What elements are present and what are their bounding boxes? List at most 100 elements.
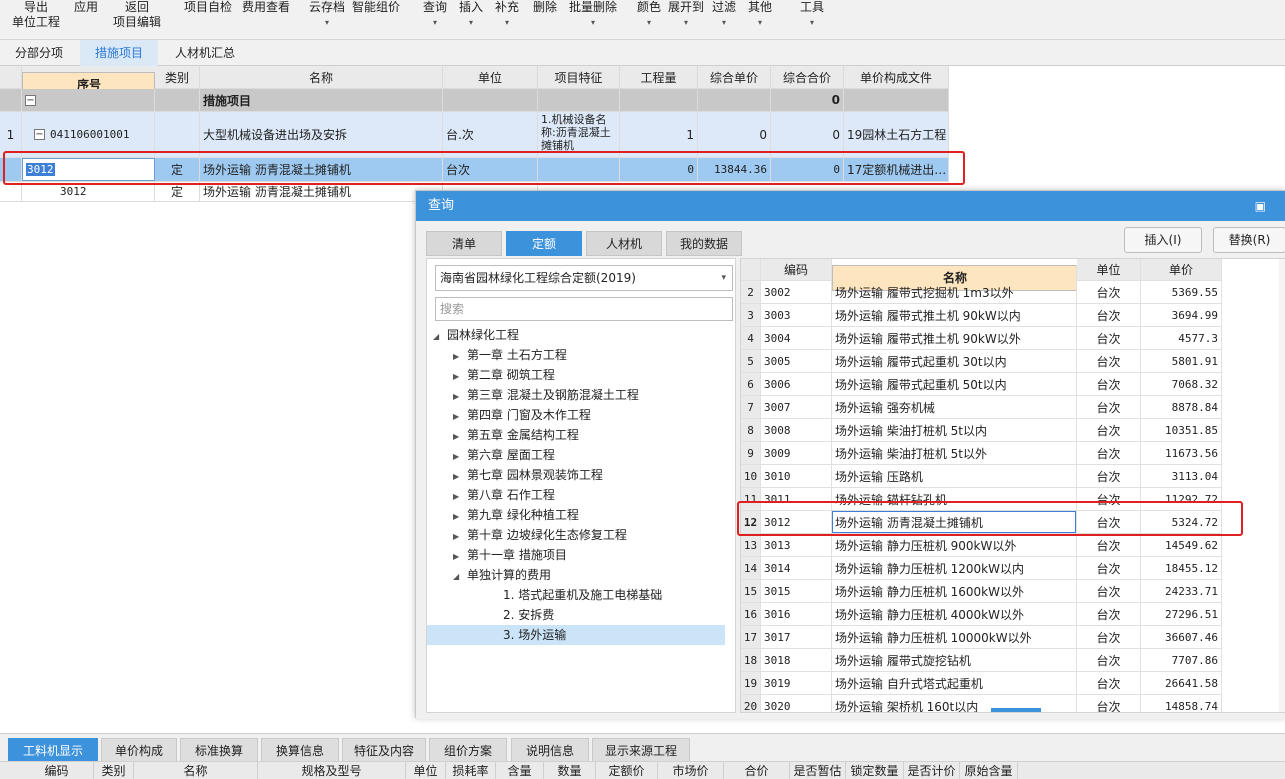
- col-quantity[interactable]: 工程量: [620, 66, 698, 88]
- batch-delete-button[interactable]: 批量删除 ▾: [566, 0, 620, 40]
- detail-tab[interactable]: 说明信息: [511, 738, 589, 762]
- quota-row[interactable]: 14 3014 场外运输 静力压桩机 1200kW以内 台次 18455.12: [741, 557, 1222, 580]
- detail-col[interactable]: 单位: [406, 762, 446, 779]
- tab-measures[interactable]: 措施项目: [80, 40, 158, 66]
- expand-toggle-icon[interactable]: ▶: [453, 347, 467, 367]
- tab-sub-items[interactable]: 分部分项: [0, 40, 78, 66]
- collapse-icon[interactable]: −: [34, 129, 45, 140]
- apply-button[interactable]: 应用: [68, 0, 104, 40]
- filter-button[interactable]: 过滤 ▾: [708, 0, 740, 40]
- detail-tab[interactable]: 换算信息: [261, 738, 339, 762]
- detail-tab[interactable]: 工料机显示: [8, 738, 98, 762]
- expand-toggle-icon[interactable]: ▶: [453, 487, 467, 507]
- tree-node[interactable]: ▶ 第五章 金属结构工程: [453, 425, 579, 445]
- tree-node[interactable]: 2. 安拆费: [489, 605, 554, 625]
- tree-node[interactable]: ▶ 第六章 屋面工程: [453, 445, 555, 465]
- detail-col[interactable]: 含量: [496, 762, 544, 779]
- tree-node[interactable]: ▶ 第十章 边坡绿化生态修复工程: [453, 525, 627, 545]
- export-button[interactable]: 导出 单位工程: [8, 0, 64, 40]
- scroll-handle[interactable]: [991, 708, 1041, 712]
- detail-col[interactable]: 损耗率: [446, 762, 496, 779]
- expand-to-button[interactable]: 展开到 ▾: [666, 0, 706, 40]
- library-select[interactable]: 海南省园林绿化工程综合定额(2019) ▾: [435, 265, 733, 291]
- back-button[interactable]: 返回 项目编辑: [108, 0, 166, 40]
- search-input[interactable]: 搜索: [435, 297, 733, 321]
- expand-toggle-icon[interactable]: ▶: [453, 447, 467, 467]
- tree-node[interactable]: ▶ 第七章 园林景观装饰工程: [453, 465, 603, 485]
- expand-toggle-icon[interactable]: ▶: [453, 427, 467, 447]
- expand-toggle-icon[interactable]: ◢: [453, 567, 467, 587]
- scrollbar[interactable]: [1279, 259, 1285, 712]
- quota-row[interactable]: 11 3011 场外运输 锚杆钻孔机 台次 11292.72: [741, 488, 1222, 511]
- quota-row[interactable]: 8 3008 场外运输 柴油打桩机 5t以内 台次 10351.85: [741, 419, 1222, 442]
- expand-toggle-icon[interactable]: ▶: [453, 547, 467, 567]
- tree-node[interactable]: ▶ 第十一章 措施项目: [453, 545, 567, 565]
- group-row[interactable]: − 措施项目 0: [0, 89, 949, 112]
- detail-col[interactable]: 规格及型号: [258, 762, 406, 779]
- supplement-button[interactable]: 补充 ▾: [490, 0, 524, 40]
- expand-toggle-icon[interactable]: ▶: [453, 387, 467, 407]
- tree-node[interactable]: 1. 塔式起重机及施工电梯基础: [489, 585, 662, 605]
- tab-labor-material-summary[interactable]: 人材机汇总: [160, 40, 250, 66]
- quota-row[interactable]: 16 3016 场外运输 静力压桩机 4000kW以外 台次 27296.51: [741, 603, 1222, 626]
- quota-row[interactable]: 15 3015 场外运输 静力压桩机 1600kW以外 台次 24233.71: [741, 580, 1222, 603]
- detail-col[interactable]: 是否计价: [904, 762, 960, 779]
- detail-tab[interactable]: 显示来源工程: [592, 738, 690, 762]
- code-edit-input[interactable]: 3012: [26, 163, 55, 176]
- smart-pricing-button[interactable]: 智能组价: [348, 0, 404, 40]
- cloud-archive-button[interactable]: 云存档 ▾: [304, 0, 350, 40]
- tree-node[interactable]: ▶ 第一章 土石方工程: [453, 345, 567, 365]
- delete-button[interactable]: 删除: [528, 0, 562, 40]
- quota-row[interactable]: 2 3002 场外运输 履带式挖掘机 1m3以外 台次 5369.55: [741, 281, 1222, 304]
- insert-dialog-button[interactable]: 插入(I): [1124, 227, 1202, 253]
- collapse-icon[interactable]: −: [25, 94, 36, 106]
- expand-toggle-icon[interactable]: ▶: [453, 527, 467, 547]
- col-total[interactable]: 综合合价: [771, 66, 844, 88]
- tab-labor-material[interactable]: 人材机: [586, 231, 662, 256]
- expand-toggle-icon[interactable]: ▶: [453, 407, 467, 427]
- detail-col[interactable]: 数量: [544, 762, 596, 779]
- expand-toggle-icon[interactable]: ▶: [453, 367, 467, 387]
- quota-row[interactable]: 9 3009 场外运输 柴油打桩机 5t以外 台次 11673.56: [741, 442, 1222, 465]
- other-button[interactable]: 其他 ▾: [744, 0, 776, 40]
- quota-row[interactable]: 18 3018 场外运输 履带式旋挖钻机 台次 7707.86: [741, 649, 1222, 672]
- expand-toggle-icon[interactable]: ▶: [453, 507, 467, 527]
- insert-button[interactable]: 插入 ▾: [454, 0, 488, 40]
- quota-row[interactable]: 4 3004 场外运输 履带式推土机 90kW以外 台次 4577.3: [741, 327, 1222, 350]
- quota-row[interactable]: 19 3019 场外运输 自升式塔式起重机 台次 26641.58: [741, 672, 1222, 695]
- tree-node[interactable]: 3. 场外运输: [427, 625, 725, 645]
- detail-tab[interactable]: 特征及内容: [342, 738, 426, 762]
- replace-button[interactable]: 替换(R): [1213, 227, 1285, 253]
- col-unit-price[interactable]: 综合单价: [698, 66, 771, 88]
- expand-toggle-icon[interactable]: ▶: [453, 467, 467, 487]
- detail-tab[interactable]: 单价构成: [101, 738, 177, 762]
- quota-row[interactable]: 6 3006 场外运输 履带式起重机 50t以内 台次 7068.32: [741, 373, 1222, 396]
- col-unit[interactable]: 单位: [1077, 259, 1141, 280]
- detail-tab[interactable]: 标准换算: [180, 738, 258, 762]
- col-price-file[interactable]: 单价构成文件: [844, 66, 949, 88]
- tree-node[interactable]: ◢ 园林绿化工程: [433, 325, 519, 345]
- quota-row[interactable]: 7 3007 场外运输 强夯机械 台次 8878.84: [741, 396, 1222, 419]
- col-feature[interactable]: 项目特征: [538, 66, 620, 88]
- tree-node[interactable]: ▶ 第九章 绿化种植工程: [453, 505, 579, 525]
- table-row-selected[interactable]: 3012 定 场外运输 沥青混凝土摊铺机 台次 0 13844.36 0 17定…: [0, 158, 949, 182]
- tab-quota[interactable]: 定额: [506, 231, 582, 256]
- detail-tab[interactable]: 组价方案: [429, 738, 507, 762]
- self-check-button[interactable]: 项目自检: [180, 0, 236, 40]
- quota-row[interactable]: 17 3017 场外运输 静力压桩机 10000kW以外 台次 36607.46: [741, 626, 1222, 649]
- color-button[interactable]: 颜色 ▾: [634, 0, 664, 40]
- tools-button[interactable]: 工具 ▾: [796, 0, 828, 40]
- detail-col[interactable]: 锁定数量: [846, 762, 904, 779]
- detail-col[interactable]: 是否暂估: [790, 762, 846, 779]
- tree-node[interactable]: ▶ 第三章 混凝土及钢筋混凝土工程: [453, 385, 639, 405]
- quota-row[interactable]: 20 3020 场外运输 架桥机 160t以内 台次 14858.74: [741, 695, 1222, 712]
- col-type[interactable]: 类别: [155, 66, 200, 88]
- expand-toggle-icon[interactable]: ◢: [433, 327, 447, 347]
- quota-row[interactable]: 5 3005 场外运输 履带式起重机 30t以内 台次 5801.91: [741, 350, 1222, 373]
- detail-col[interactable]: 合价: [724, 762, 790, 779]
- detail-col[interactable]: 原始含量: [960, 762, 1018, 779]
- quota-row[interactable]: 13 3013 场外运输 静力压桩机 900kW以外 台次 14549.62: [741, 534, 1222, 557]
- tree-node[interactable]: ▶ 第二章 砌筑工程: [453, 365, 555, 385]
- detail-col[interactable]: 名称: [134, 762, 258, 779]
- detail-col[interactable]: 市场价: [658, 762, 724, 779]
